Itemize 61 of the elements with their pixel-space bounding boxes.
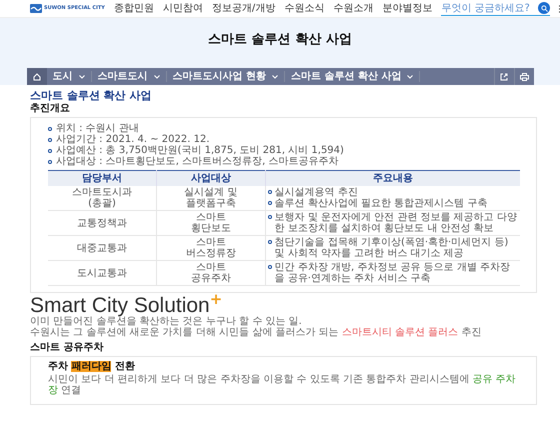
breadcrumb-dropdown[interactable]: 스마트도시 — [92, 71, 166, 82]
page-title: 스마트 솔루션 확산 사업 — [208, 32, 352, 48]
home-icon — [32, 72, 40, 80]
breadcrumb-dropdown[interactable]: 스마트도시사업 현황 — [166, 71, 285, 82]
panel-text: 시민이 보다 더 편리하게 보다 더 많은 주차장을 이용할 수 있도록 기존 통합주차 관리시스템에 공유 주차장 연결 — [48, 374, 517, 396]
table-cell-text: 스마트도시과 (총괄) — [71, 187, 134, 210]
table-cell-text: 실시설계 및 플랫폼구축 — [183, 187, 238, 210]
table-cell-text: 스마트 버스정류장 — [184, 237, 237, 260]
solution-text: 이미 만들어진 솔루션을 확산하는 것은 누구나 할 수 있는 일. — [30, 316, 303, 328]
menu-link[interactable]: 수원소식 — [284, 4, 324, 14]
menu-link[interactable]: 시민참여 — [162, 4, 203, 14]
print-icon — [520, 72, 528, 80]
overview-item: 사업예산 : 총 3,750백만원(국비 1,875, 도비 281, 시비 1,594) — [56, 145, 344, 156]
share-icon — [500, 72, 508, 80]
table-cell: 보행자 및 운전자에게 안전 관련 정보를 제공하고 다양한 보조장치를 설치하여 횡단보도 내 안전성 확보 — [274, 212, 518, 234]
bullet-icon — [48, 148, 52, 153]
overview-item: 사업대상 : 스마트횡단보도, 스마트버스정류장, 스마트공유주차 — [56, 156, 338, 168]
table-cell-text: 첨단기술을 접목해 기후이상(폭염·혹한·미세먼지 등) 및 사회적 약자를 고려한 버스 대기소 제공 — [274, 237, 510, 260]
table-cell-text: 스마트 횡단보도 — [190, 212, 232, 234]
panel-heading: 주차 패러다임 전환 — [48, 361, 136, 374]
bullet-icon — [48, 138, 52, 142]
logo-icon — [30, 4, 42, 13]
breadcrumb-dropdown[interactable]: 도시 — [46, 71, 92, 82]
search-button[interactable] — [538, 2, 550, 14]
search-field[interactable]: 무엇이 궁금하세요? — [441, 2, 550, 16]
bullet-icon — [268, 215, 272, 220]
search-icon — [540, 4, 548, 12]
table-cell-text: 대중교통과 — [76, 242, 128, 254]
column-header: 담당부서 — [48, 170, 157, 186]
column-header: 주요내용 — [265, 170, 520, 186]
bullet-icon — [268, 240, 272, 244]
caret-icon — [154, 74, 160, 78]
table-cell-text: 교통정책과 — [76, 218, 128, 229]
subsection-heading: 스마트 공유주차 — [30, 342, 104, 354]
menu-link[interactable]: 정보공개/개방 — [212, 4, 276, 14]
section-heading: 스마트 솔루션 확산 사업 — [30, 89, 152, 102]
solution-text: 수원시는 그 솔루션에 새로운 가치를 더해 시민들 삶에 플러스가 되는 스마트시티 솔루션 플러스 추진 — [30, 327, 482, 338]
overview-item: 사업기간 : 2021. 4. ~ 2022. 12. — [56, 134, 210, 146]
breadcrumb-dropdown[interactable]: 스마트 솔루션 확산 사업 — [284, 71, 420, 82]
caret-icon — [407, 74, 414, 78]
menu-link[interactable]: 수원소개 — [333, 4, 374, 14]
table-cell-text: 스마트 공유주차 — [190, 262, 232, 284]
bullet-icon — [268, 190, 272, 194]
bullet-icon — [48, 126, 52, 131]
caret-icon — [272, 74, 278, 78]
bullet-icon — [268, 265, 272, 270]
caret-icon — [78, 74, 84, 78]
menu-link[interactable]: 종합민원 — [114, 4, 154, 14]
home-button[interactable] — [26, 68, 46, 85]
table-cell: 솔루션 확산사업에 필요한 통합관제시스템 구축 — [274, 198, 488, 210]
overview-item: 위치 : 수원시 관내 — [56, 123, 139, 134]
table-cell: 실시설계용역 추진 — [274, 187, 358, 198]
table-cell-text: 민간 주차장 개방, 주차정보 공유 등으로 개별 주차장을 공유·연계하는 주차 서비스 구축 — [274, 262, 512, 284]
subsection-heading: 추진개요 — [30, 103, 71, 116]
table-cell-text: 도시교통과 — [76, 268, 128, 279]
plus-mark: + — [210, 295, 222, 304]
solution-title: Smart City Solution — [30, 295, 210, 316]
column-header: 사업대상 — [156, 170, 266, 186]
menu-link[interactable]: 분야별정보 — [382, 4, 432, 14]
bullet-icon — [268, 201, 272, 206]
bullet-icon — [48, 160, 52, 164]
